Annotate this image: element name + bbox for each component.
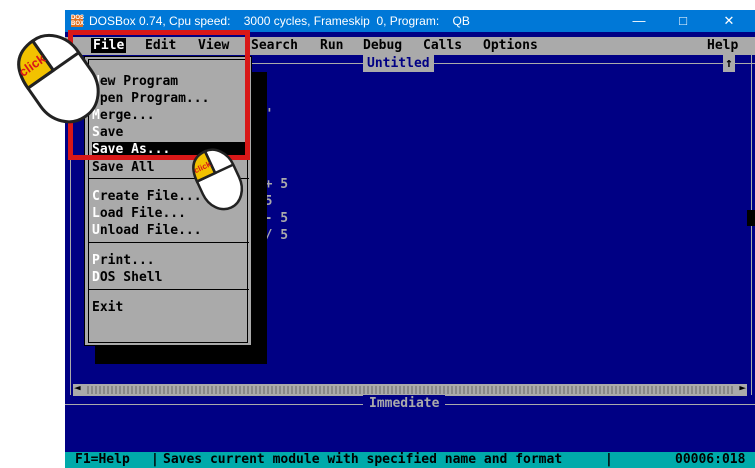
scroll-left-icon[interactable]: ◄ <box>74 381 81 394</box>
scroll-right-icon[interactable]: ► <box>739 381 746 394</box>
scroll-up-icon[interactable]: ↑ <box>723 55 735 72</box>
close-icon[interactable]: ✕ <box>711 10 747 32</box>
vertical-scroll-thumb[interactable] <box>747 210 755 226</box>
status-help: F1=Help <box>75 452 130 467</box>
menu-help[interactable]: Help <box>707 38 738 53</box>
status-separator: | <box>605 452 613 467</box>
menu-search[interactable]: Search <box>251 38 298 53</box>
menu-debug[interactable]: Debug <box>363 38 402 53</box>
menu-run[interactable]: Run <box>320 38 343 53</box>
menu-separator <box>89 289 249 290</box>
status-separator: | <box>151 452 159 467</box>
immediate-title: Immediate <box>363 395 446 413</box>
editor-title: Untitled <box>363 55 434 72</box>
mouse-click-icon: click <box>16 33 100 124</box>
menu-calls[interactable]: Calls <box>423 38 462 53</box>
status-bar: F1=Help | Saves current module with spec… <box>65 452 755 468</box>
scrollbar-track[interactable] <box>87 386 733 394</box>
menu-options[interactable]: Options <box>483 38 538 53</box>
minimize-icon[interactable]: — <box>621 10 657 32</box>
window-titlebar: DOS BOX DOSBox 0.74, Cpu speed: 3000 cycl… <box>65 10 755 32</box>
status-cursor-position: 00006:018 <box>675 452 746 467</box>
mouse-click-icon: click <box>192 148 244 211</box>
menu-item-exit[interactable]: Exit <box>92 300 246 316</box>
menu-item-unload-file[interactable]: Unload File... <box>92 223 246 239</box>
status-message: Saves current module with specified name… <box>163 452 563 467</box>
menu-item-dos-shell[interactable]: DOS Shell <box>92 270 246 286</box>
menu-item-print[interactable]: Print... <box>92 253 246 269</box>
window-title: DOSBox 0.74, Cpu speed: 3000 cycles, Fra… <box>89 14 470 28</box>
maximize-icon[interactable]: □ <box>665 10 701 32</box>
menu-separator <box>89 242 249 243</box>
